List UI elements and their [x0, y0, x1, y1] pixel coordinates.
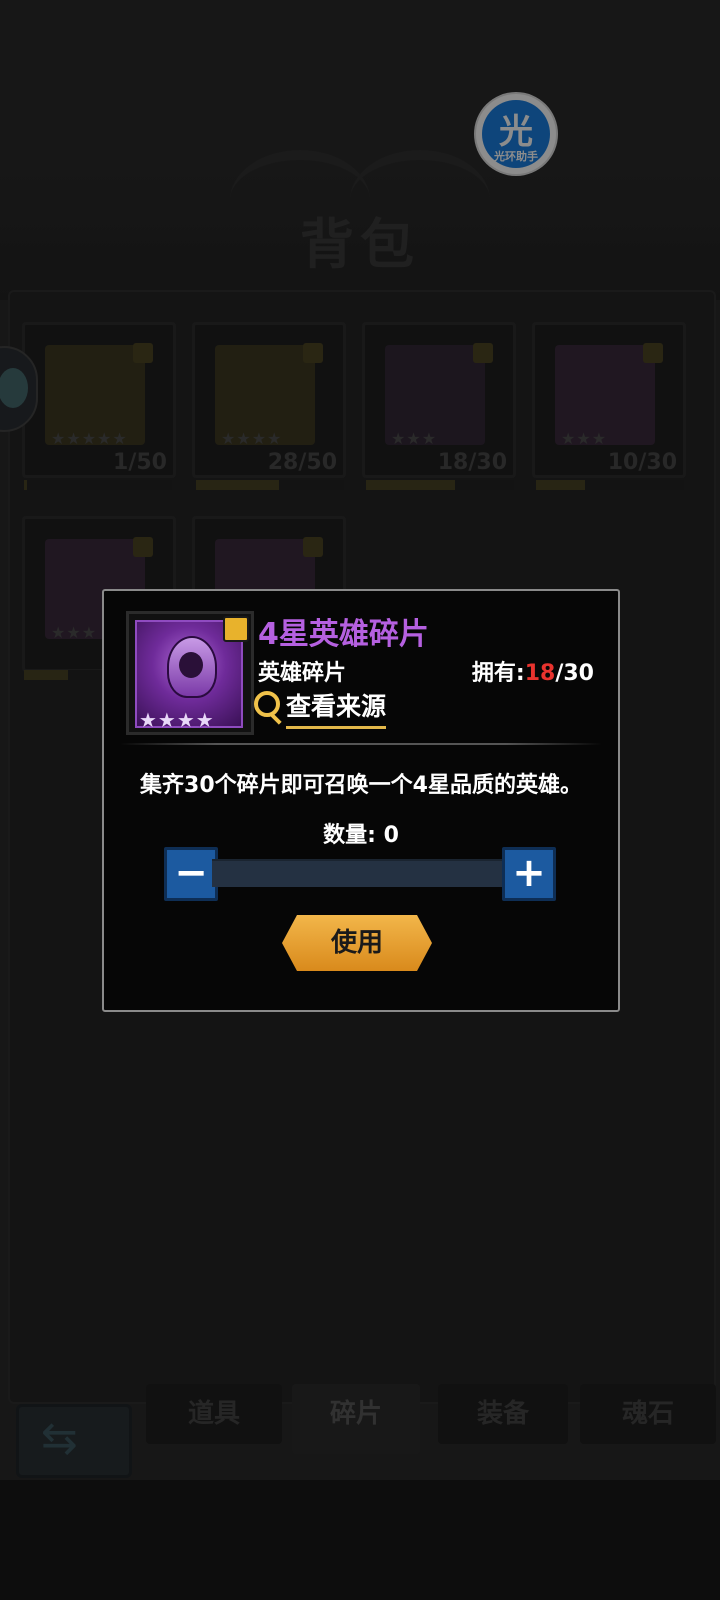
star-rating: ★★★★ — [139, 708, 215, 732]
item-type: 英雄碎片 — [258, 661, 347, 686]
increase-button[interactable]: + — [502, 847, 556, 901]
magnifier-icon — [254, 691, 280, 717]
use-button[interactable]: 使用 — [282, 915, 432, 971]
dialog-description: 集齐30个碎片即可召唤一个4星品质的英雄。 — [140, 773, 582, 798]
quantity-label: 数量: 0 — [323, 823, 399, 848]
dialog-title: 4星英雄碎片 — [258, 617, 429, 652]
quantity-slider[interactable] — [212, 859, 502, 887]
decrease-button[interactable]: − — [164, 847, 218, 901]
fragment-dialog: ★★★★ 4星英雄碎片 英雄碎片 拥有:18/30 查看来源 集齐30个碎片即可… — [102, 589, 620, 1012]
puzzle-piece-icon — [223, 616, 249, 642]
quantity-stepper: − + — [164, 847, 556, 901]
owned-count: 拥有:18/30 — [471, 661, 594, 686]
divider — [120, 743, 602, 745]
hero-fragment-portrait: ★★★★ — [126, 611, 254, 735]
